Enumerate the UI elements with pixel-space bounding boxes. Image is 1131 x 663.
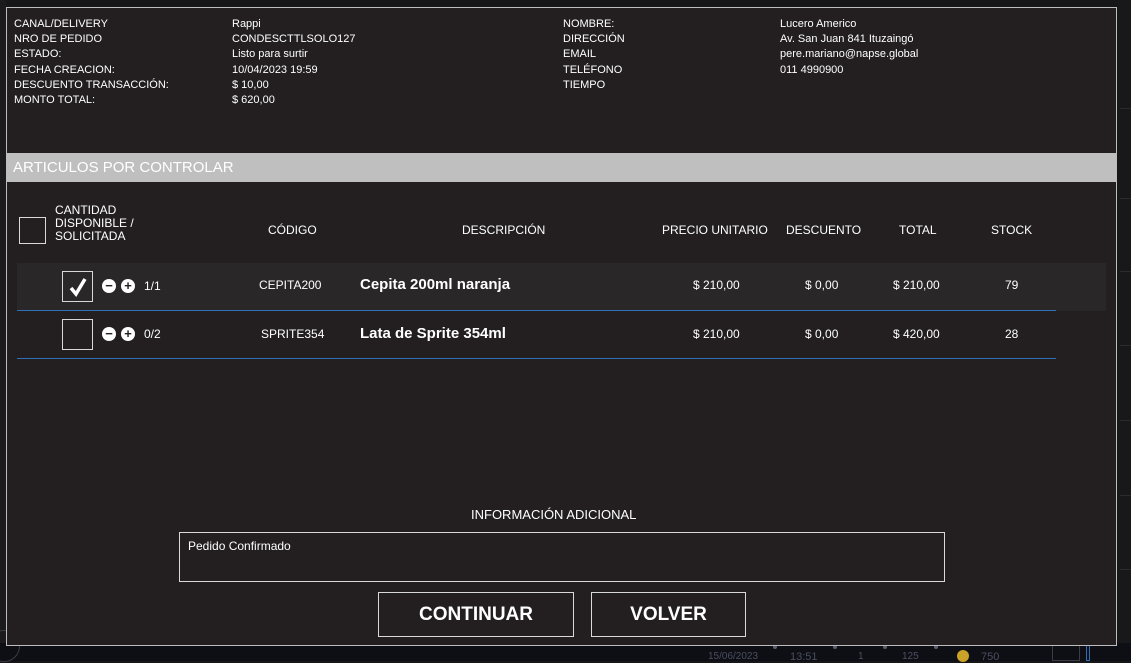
additional-info-title: INFORMACIÓN ADICIONAL [471, 507, 637, 522]
additional-info-field[interactable]: Pedido Confirmado [179, 532, 945, 582]
header-descripcion: DESCRIPCIÓN [462, 223, 546, 237]
customer-values: Lucero Americo Av. San Juan 841 Ituzaing… [780, 17, 1080, 93]
row-divider [17, 310, 1056, 311]
row-descripcion: Lata de Sprite 354ml [360, 325, 506, 342]
row-total: $ 210,00 [893, 278, 940, 292]
background-count: 750 [981, 651, 1000, 663]
row-total: $ 420,00 [893, 327, 940, 341]
plus-icon[interactable]: + [121, 279, 135, 293]
value-email: pere.mariano@napse.global [780, 48, 919, 61]
value-telefono: 011 4990900 [780, 63, 844, 76]
header-codigo: CÓDIGO [268, 223, 317, 237]
select-all-checkbox[interactable] [19, 217, 46, 244]
label-email: EMAIL [563, 48, 597, 61]
row-codigo: CEPITA200 [259, 278, 322, 292]
row-codigo: SPRITE354 [261, 327, 325, 341]
label-fecha: FECHA CREACION: [14, 63, 115, 76]
background-divider [1120, 198, 1131, 199]
label-estado: ESTADO: [14, 48, 62, 61]
row-precio: $ 210,00 [693, 327, 740, 341]
value-canal: Rappi [232, 18, 261, 30]
value-nombre: Lucero Americo [780, 18, 857, 30]
back-button[interactable]: VOLVER [591, 592, 746, 637]
label-direccion: DIRECCIÓN [563, 33, 625, 46]
section-title: ARTICULOS POR CONTROLAR [7, 153, 1116, 182]
background-divider [1120, 108, 1131, 109]
customer-labels: NOMBRE: DIRECCIÓN EMAIL TELÉFONO TIEMPO [563, 17, 763, 93]
label-descuento: DESCUENTO TRANSACCIÓN: [14, 78, 169, 91]
label-canal: CANAL/DELIVERY [14, 18, 108, 30]
background-count: 125 [902, 651, 919, 662]
value-nro-pedido: CONDESCTTLSOLO127 [232, 33, 356, 46]
row-descuento: $ 0,00 [805, 278, 839, 292]
background-date: 15/06/2023 [708, 651, 759, 662]
order-values: Rappi CONDESCTTLSOLO127 Listo para surti… [232, 17, 532, 108]
background-right-panel [1118, 0, 1131, 661]
header-cantidad: CANTIDAD DISPONIBLE / SOLICITADA [55, 203, 134, 243]
label-nombre: NOMBRE: [563, 18, 615, 30]
header-precio: PRECIO UNITARIO [662, 223, 768, 237]
header-descuento: DESCUENTO [786, 223, 862, 237]
row-precio: $ 210,00 [693, 278, 740, 292]
label-tiempo: TIEMPO [563, 78, 606, 91]
row-descripcion: Cepita 200ml naranja [360, 276, 511, 293]
minus-icon[interactable]: − [102, 279, 116, 293]
label-monto: MONTO TOTAL: [14, 93, 96, 106]
checkmark-icon [69, 277, 87, 297]
minus-icon[interactable]: − [102, 327, 116, 341]
coin-icon [957, 650, 969, 662]
value-direccion: Av. San Juan 841 Ituzaingó [780, 33, 914, 46]
order-detail-modal: CANAL/DELIVERY NRO DE PEDIDO ESTADO: FEC… [6, 7, 1117, 646]
value-monto: $ 620,00 [232, 93, 275, 106]
row-checkbox[interactable] [62, 319, 93, 350]
background-divider [1120, 495, 1131, 496]
row-descuento: $ 0,00 [805, 327, 839, 341]
row-quantity: 0/2 [144, 327, 161, 341]
row-divider [17, 358, 1056, 359]
order-labels: CANAL/DELIVERY NRO DE PEDIDO ESTADO: FEC… [14, 17, 214, 108]
value-tiempo [780, 78, 1080, 93]
continue-button[interactable]: CONTINUAR [378, 592, 574, 637]
header-stock: STOCK [991, 223, 1033, 237]
row-quantity: 1/1 [144, 279, 161, 293]
background-divider [1120, 569, 1131, 570]
background-count: 1 [858, 651, 864, 662]
row-stock: 28 [1005, 327, 1019, 341]
value-fecha: 10/04/2023 19:59 [232, 63, 318, 76]
row-stock: 79 [1005, 278, 1019, 292]
table-row[interactable] [17, 263, 1106, 311]
label-nro-pedido: NRO DE PEDIDO [14, 33, 103, 46]
value-estado: Listo para surtir [232, 48, 308, 61]
plus-icon[interactable]: + [121, 327, 135, 341]
header-total: TOTAL [899, 223, 937, 237]
background-divider [1120, 345, 1131, 346]
value-descuento: $ 10,00 [232, 78, 269, 91]
label-telefono: TELÉFONO [563, 63, 623, 76]
background-divider [1120, 420, 1131, 421]
background-time: 13:51 [790, 651, 818, 663]
background-divider [1120, 271, 1131, 272]
row-checkbox-checked[interactable] [62, 271, 93, 302]
